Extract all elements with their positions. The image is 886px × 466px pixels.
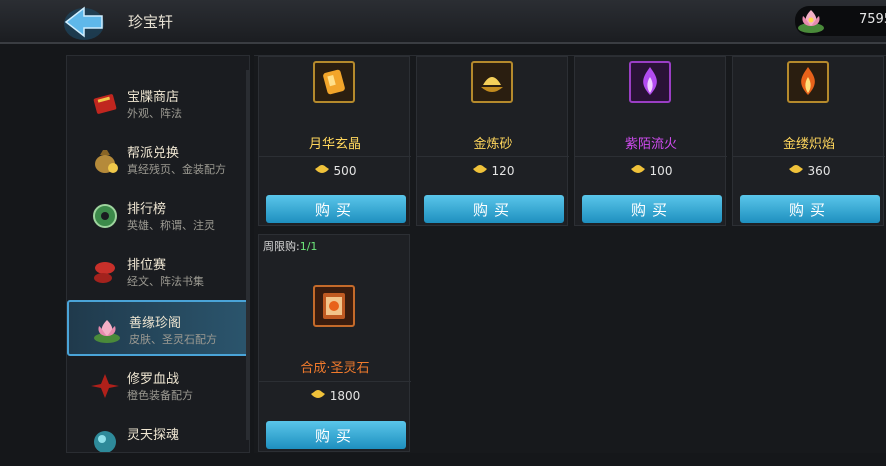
item-name: 金炼砂 xyxy=(473,137,513,152)
item-name: 月华玄晶 xyxy=(308,137,361,152)
book-red-icon xyxy=(89,88,123,120)
scroll-recipe-icon xyxy=(313,285,355,327)
item-price: 100 xyxy=(575,156,727,184)
sidebar-item-0[interactable]: 宝牒商店 外观、阵法 xyxy=(67,76,249,132)
money-bag-icon xyxy=(89,144,123,176)
buy-button[interactable]: 购买 xyxy=(740,195,880,223)
top-bar: 珍宝轩 7595 xyxy=(0,0,886,44)
purple-flame-icon xyxy=(629,61,671,103)
gold-sand-icon xyxy=(471,61,513,103)
category-sidebar: 宝牒商店 外观、阵法 帮派兑换 真经残页、金装配方 排行榜 英雄、称谓、注灵 排… xyxy=(66,55,250,453)
item-name: 合成·圣灵石 xyxy=(300,361,370,376)
shop-grid: 月华玄晶 500 购买 金炼砂 120 购买 紫陌流火 100 购买 金缕炽焰 … xyxy=(254,55,886,453)
sidebar-scrollbar[interactable] xyxy=(246,70,249,440)
lotus-icon xyxy=(91,314,125,346)
sidebar-item-2[interactable]: 排行榜 英雄、称谓、注灵 xyxy=(67,188,249,244)
shop-item-card: 金缕炽焰 360 购买 xyxy=(732,56,885,226)
gold-ingot-icon xyxy=(788,163,804,178)
shop-item-card: 金炼砂 120 购买 xyxy=(416,56,569,226)
item-name: 金缕炽焰 xyxy=(782,137,835,152)
spirit-orb-icon xyxy=(89,426,123,452)
buy-button[interactable]: 购买 xyxy=(424,195,564,223)
golden-flame-icon xyxy=(787,61,829,103)
item-name: 紫陌流火 xyxy=(624,137,677,152)
sidebar-item-3[interactable]: 排位赛 经文、阵法书集 xyxy=(67,244,249,300)
sidebar-item-4[interactable]: 善缘珍阁 皮肤、圣灵石配方 xyxy=(67,300,249,356)
red-shard-icon xyxy=(89,370,123,402)
currency-display: 7595 xyxy=(795,6,886,36)
gold-ingot-icon xyxy=(472,163,488,178)
weekly-limit: 周限购:1/1 xyxy=(263,240,318,253)
shop-item-card: 紫陌流火 100 购买 xyxy=(574,56,727,226)
shop-item-card: 月华玄晶 500 购买 xyxy=(258,56,411,226)
amber-crystal-icon xyxy=(313,61,355,103)
sidebar-item-5[interactable]: 修罗血战 橙色装备配方 xyxy=(67,358,249,414)
jade-disc-icon xyxy=(89,200,123,232)
item-price: 500 xyxy=(259,156,411,184)
item-price: 120 xyxy=(417,156,569,184)
buy-button[interactable]: 购买 xyxy=(266,421,406,449)
back-arrow-icon[interactable] xyxy=(58,2,110,42)
page-title: 珍宝轩 xyxy=(128,13,174,31)
lotus-currency-icon xyxy=(795,4,827,36)
red-scroll-icon xyxy=(89,256,123,288)
buy-button[interactable]: 购买 xyxy=(582,195,722,223)
buy-button[interactable]: 购买 xyxy=(266,195,406,223)
gold-ingot-icon xyxy=(630,163,646,178)
currency-value: 7595 xyxy=(859,12,886,27)
item-price: 360 xyxy=(733,156,885,184)
item-price: 1800 xyxy=(259,381,411,409)
sidebar-item-6[interactable]: 灵天探魂 xyxy=(67,414,249,452)
shop-item-card: 周限购:1/1 合成·圣灵石 1800 购买 xyxy=(258,234,411,452)
sidebar-item-1[interactable]: 帮派兑换 真经残页、金装配方 xyxy=(67,132,249,188)
gold-ingot-icon xyxy=(310,388,326,403)
gold-ingot-icon xyxy=(314,163,330,178)
